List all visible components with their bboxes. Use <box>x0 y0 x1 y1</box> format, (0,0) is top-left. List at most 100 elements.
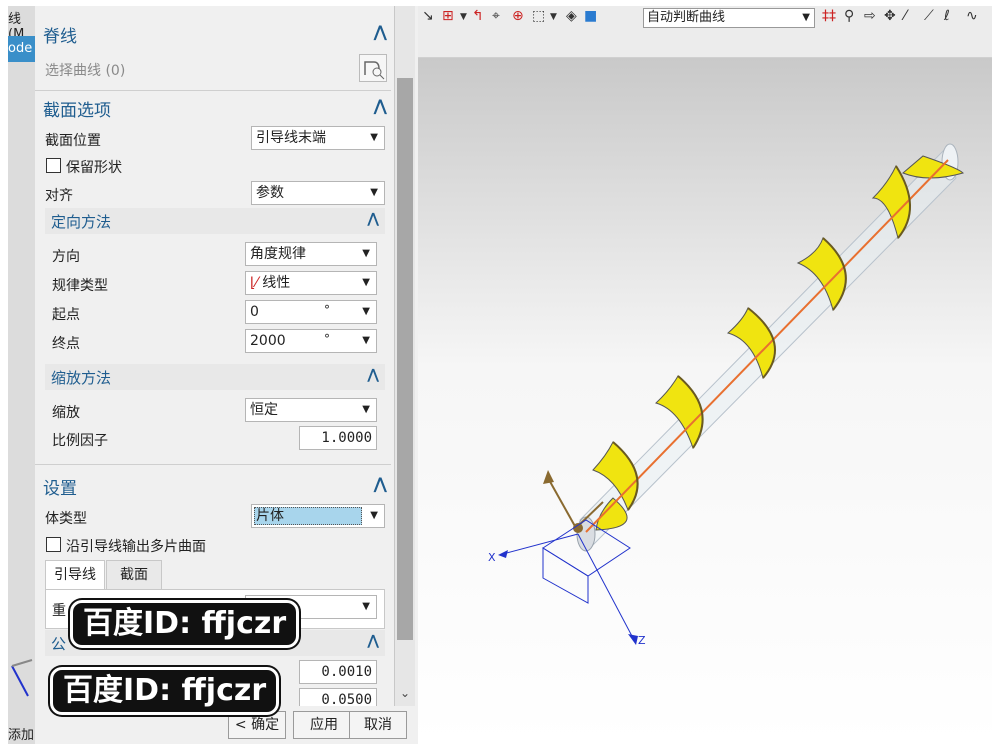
section-position-value: 引导线末端 <box>256 130 326 146</box>
align-value: 参数 <box>256 185 284 201</box>
direction-label: 方向 <box>52 249 80 265</box>
scale-factor-input[interactable]: 1.0000 <box>299 426 377 450</box>
scale-factor-label: 比例因子 <box>52 433 108 449</box>
pick-icon[interactable]: ⌖ <box>492 8 500 24</box>
feature-snap-icon[interactable]: ⊞ <box>442 8 454 24</box>
view-icon[interactable]: ◈ <box>566 8 577 24</box>
select-curve-label: 选择曲线 (0) <box>45 63 126 79</box>
collapse-icon[interactable]: ⋀ <box>367 211 379 227</box>
selection-toolbar: ↘ ⊞ ▼ ↰ ⌖ ⊕ ⬚ ▼ ◈ ■ 自动判断曲线 ▼ ‡‡ ⚲ ⇨ ✥ ⁄ … <box>418 6 992 58</box>
collapse-icon[interactable]: ⋀ <box>374 474 387 493</box>
degree-unit: ° <box>324 303 330 317</box>
dropdown-arrow-icon[interactable]: ▼ <box>460 12 467 22</box>
box-select-icon[interactable]: ⬚ <box>532 8 545 24</box>
dropdown-arrow-icon: ▼ <box>802 12 810 23</box>
end-value: 2000 <box>250 333 286 349</box>
scale-label: 缩放 <box>52 405 80 421</box>
panel-scrollbar[interactable]: ⌄ <box>395 6 415 710</box>
section-position-label: 截面位置 <box>45 133 101 149</box>
move-icon[interactable]: ✥ <box>884 8 896 24</box>
ok-button[interactable]: < 确定 > <box>228 711 286 744</box>
left-strip-text-bottom: 添加 <box>8 728 35 743</box>
coordinate-system <box>502 519 634 639</box>
align-select[interactable]: 参数 ▼ <box>251 181 385 205</box>
mini-axis-icon <box>11 659 33 697</box>
x-axis-arrow <box>498 550 508 558</box>
cancel-button[interactable]: 取消 <box>349 711 407 739</box>
orientation-header[interactable]: 定向方法 ⋀ <box>45 208 385 234</box>
tolerance-title: 公 <box>51 635 67 653</box>
settings-title: 设置 <box>43 479 77 499</box>
point-snap-icon[interactable]: ↰ <box>472 8 484 24</box>
dropdown-arrow-icon[interactable]: ▼ <box>550 12 557 22</box>
helical-sweep-model: X Z <box>488 143 964 647</box>
start-value-field[interactable]: 0 ° ▼ <box>245 300 377 324</box>
start-label: 起点 <box>52 307 80 323</box>
multi-output-checkbox[interactable] <box>46 537 61 552</box>
solid-icon[interactable]: ■ <box>584 8 597 24</box>
keep-shape-label: 保留形状 <box>66 160 122 176</box>
direction-icon[interactable]: ⇨ <box>864 8 876 24</box>
x-axis-label: X <box>488 551 496 564</box>
tab-section[interactable]: 截面 <box>106 560 162 590</box>
arc-icon[interactable]: ℓ <box>944 8 950 24</box>
end-label: 终点 <box>52 336 80 352</box>
snap-icon[interactable]: ↘ <box>422 8 434 24</box>
spine-section-title: 脊线 <box>43 27 77 47</box>
linear-law-icon: ⌊⁄ <box>250 275 258 291</box>
body-type-select[interactable]: 片体 ▼ <box>251 504 385 528</box>
guide-curve-line <box>585 159 949 533</box>
rebuild-label: 重 <box>52 603 66 619</box>
curve-rule-select[interactable]: 自动判断曲线 ▼ <box>643 8 815 28</box>
keep-shape-checkbox[interactable] <box>46 158 61 173</box>
orientation-title: 定向方法 <box>51 213 112 231</box>
collapse-icon[interactable]: ⋀ <box>367 367 379 383</box>
cylinder-start-cap <box>576 516 596 552</box>
stop-at-intersection-icon[interactable]: ‡‡ <box>822 8 836 24</box>
divider <box>35 464 391 465</box>
select-curve-button[interactable] <box>359 54 387 82</box>
section-position-select[interactable]: 引导线末端 ▼ <box>251 126 385 150</box>
body-type-value: 片体 <box>256 508 284 524</box>
law-type-select[interactable]: ⌊⁄ 线性 ▼ <box>245 271 377 295</box>
law-type-label: 规律类型 <box>52 278 108 294</box>
collapse-icon[interactable]: ⋀ <box>374 22 387 41</box>
line-icon[interactable]: ⁄ <box>904 8 906 24</box>
graphics-viewport[interactable]: X Z <box>418 58 992 744</box>
dropdown-arrow-icon: ▼ <box>362 335 370 346</box>
settings-header[interactable]: 设置 ⋀ <box>35 470 391 500</box>
spine-section-header[interactable]: 脊线 ⋀ <box>35 18 391 48</box>
watermark-top: 百度ID: ffjczr <box>70 600 300 648</box>
direction-select[interactable]: 角度规律 ▼ <box>245 242 377 266</box>
scale-select[interactable]: 恒定 ▼ <box>245 398 377 422</box>
multi-output-label: 沿引导线输出多片曲面 <box>66 539 206 555</box>
follow-fillet-icon[interactable]: ⚲ <box>844 8 854 24</box>
align-label: 对齐 <box>45 188 73 204</box>
section-options-header[interactable]: 截面选项 ⋀ <box>35 92 391 122</box>
scrollbar-thumb[interactable] <box>397 78 413 640</box>
distance-tolerance-input[interactable]: 0.0010 <box>299 660 377 684</box>
spline-icon[interactable]: ∿ <box>966 8 978 24</box>
line2-icon[interactable]: ⟋ <box>924 8 934 24</box>
scroll-down-icon[interactable]: ⌄ <box>400 686 410 700</box>
apply-button[interactable]: 应用 <box>293 711 355 739</box>
scale-value: 恒定 <box>250 402 278 418</box>
law-type-value: 线性 <box>262 275 291 291</box>
angle-tolerance-input[interactable]: 0.0500 <box>299 688 377 708</box>
left-strip-active-tab[interactable]: ode <box>8 36 35 62</box>
z-axis-arrow <box>628 634 638 645</box>
dropdown-arrow-icon: ▼ <box>362 277 370 288</box>
curve-rule-value: 自动判断曲线 <box>647 10 726 25</box>
section-options-title: 截面选项 <box>43 101 111 121</box>
end-value-field[interactable]: 2000 ° ▼ <box>245 329 377 353</box>
collapse-icon[interactable]: ⋀ <box>367 633 379 649</box>
direction-value: 角度规律 <box>250 246 306 262</box>
scaling-header[interactable]: 缩放方法 ⋀ <box>45 364 385 390</box>
dropdown-arrow-icon: ▼ <box>362 248 370 259</box>
z-axis-label: Z <box>638 634 646 647</box>
collapse-icon[interactable]: ⋀ <box>374 96 387 115</box>
body-type-label: 体类型 <box>45 511 87 527</box>
handle-arrow-shaft <box>547 477 577 529</box>
intersect-icon[interactable]: ⊕ <box>512 8 524 24</box>
tab-guide[interactable]: 引导线 <box>45 560 105 590</box>
